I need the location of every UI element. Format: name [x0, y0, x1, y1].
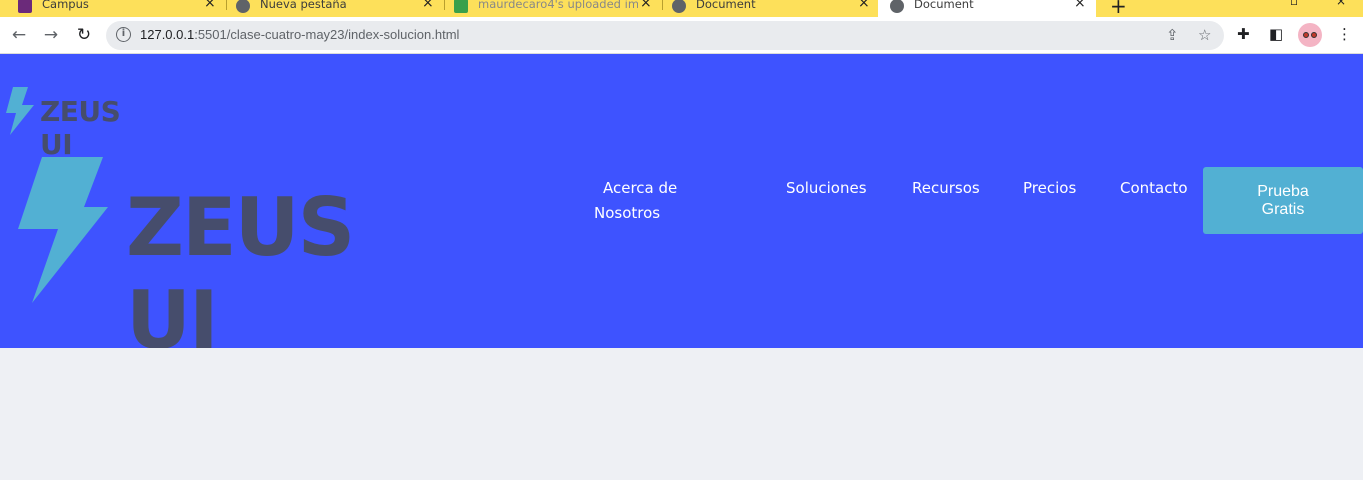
image-favicon-icon: [454, 0, 468, 13]
nav-link-contact[interactable]: Contacto: [1120, 176, 1188, 201]
close-tab-icon[interactable]: ×: [640, 0, 652, 11]
close-window-icon[interactable]: ×: [1336, 0, 1346, 8]
logo-large[interactable]: ZEUS UI: [18, 157, 468, 367]
free-trial-label: Prueba Gratis: [1257, 182, 1309, 218]
share-icon[interactable]: ⇪: [1166, 26, 1179, 44]
bookmark-star-icon[interactable]: ☆: [1198, 26, 1211, 44]
globe-favicon-icon: [672, 0, 686, 13]
tab-title: maurdecaro4's uploaded ima: [478, 0, 638, 11]
tab-title: Document: [696, 0, 756, 11]
back-arrow-icon[interactable]: ←: [8, 24, 30, 46]
nav-link-pricing[interactable]: Precios: [1023, 176, 1076, 201]
extensions-puzzle-icon[interactable]: ✚: [1237, 25, 1250, 43]
tab-document-active[interactable]: Document ×: [878, 0, 1096, 17]
lightning-bolt-icon: [18, 157, 108, 303]
restore-window-icon[interactable]: ▫: [1290, 0, 1298, 8]
tab-document-1[interactable]: Document ×: [672, 0, 878, 17]
tab-title: Campus: [42, 0, 89, 11]
logo-small-text: ZEUS UI: [40, 95, 121, 161]
forward-arrow-icon[interactable]: →: [40, 24, 62, 46]
site-info-icon[interactable]: i: [116, 27, 131, 42]
url-text[interactable]: 127.0.0.1:5501/clase-cuatro-may23/index-…: [140, 27, 459, 42]
tab-title: Nueva pestaña: [260, 0, 347, 11]
nav-link-solutions[interactable]: Soluciones: [786, 176, 867, 201]
tab-campus[interactable]: Campus ×: [18, 0, 224, 17]
tab-uploaded-image[interactable]: maurdecaro4's uploaded ima ×: [454, 0, 660, 17]
logo-large-text: ZEUS UI: [126, 181, 355, 367]
nav-link-about[interactable]: Acerca de Nosotros: [594, 176, 714, 226]
lightning-bolt-icon: [6, 87, 34, 135]
site-header: ZEUS UI ZEUS UI Acerca de Nosotros Soluc…: [0, 54, 1363, 367]
campus-favicon-icon: [18, 0, 32, 13]
close-tab-icon[interactable]: ×: [422, 0, 434, 11]
address-bar[interactable]: i 127.0.0.1:5501/clase-cuatro-may23/inde…: [106, 21, 1224, 50]
close-tab-icon[interactable]: ×: [858, 0, 870, 11]
reload-icon[interactable]: ↻: [73, 24, 95, 46]
globe-favicon-icon: [890, 0, 904, 13]
nav-link-resources[interactable]: Recursos: [912, 176, 980, 201]
logo-small[interactable]: ZEUS UI: [6, 87, 156, 161]
close-tab-icon[interactable]: ×: [204, 0, 216, 11]
tab-nueva-pestana[interactable]: Nueva pestaña ×: [236, 0, 442, 17]
new-tab-icon[interactable]: +: [1110, 0, 1127, 17]
tab-strip: Campus × Nueva pestaña × maurdecaro4's u…: [0, 0, 1363, 17]
side-panel-icon[interactable]: ◧: [1269, 25, 1283, 43]
browser-toolbar: ← → ↻ i 127.0.0.1:5501/clase-cuatro-may2…: [0, 17, 1363, 54]
close-tab-icon[interactable]: ×: [1074, 0, 1086, 11]
free-trial-button[interactable]: Prueba Gratis: [1203, 167, 1363, 234]
globe-favicon-icon: [236, 0, 250, 13]
tab-title: Document: [914, 0, 974, 11]
profile-avatar[interactable]: [1298, 23, 1322, 47]
menu-kebab-icon[interactable]: ⋮: [1337, 25, 1352, 43]
page-body: [0, 348, 1363, 480]
